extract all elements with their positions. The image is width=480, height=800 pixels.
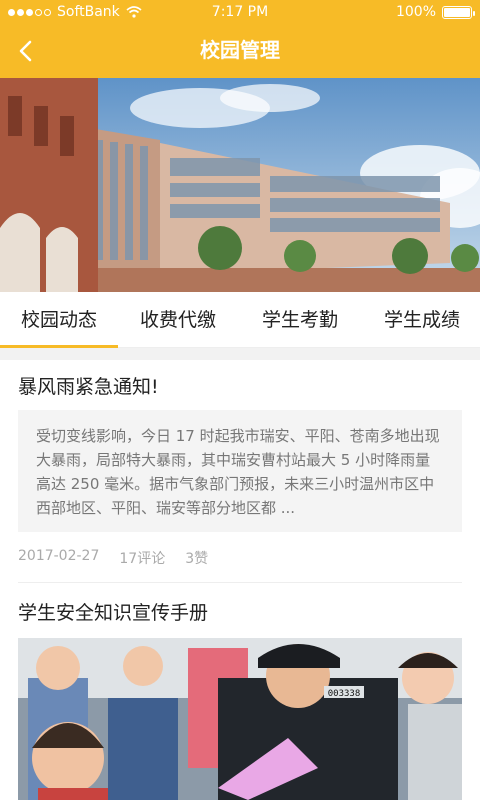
campus-building-image (0, 78, 480, 292)
tab-grades[interactable]: 学生成绩 (372, 292, 472, 348)
tab-fee-payment[interactable]: 收费代缴 (128, 292, 228, 348)
battery-percent: 100% (395, 4, 436, 20)
status-bar: SoftBank 7:17 PM 100% (0, 0, 480, 26)
article-date: 2017-02-27 (18, 548, 100, 564)
article-title[interactable]: 暴风雨紧急通知! (18, 372, 159, 399)
battery-icon (442, 5, 475, 19)
page-title: 校园管理 (200, 38, 280, 62)
hero-banner[interactable] (0, 78, 480, 292)
tab-campus-news[interactable]: 校园动态 (0, 292, 118, 348)
top-bar: SoftBank 7:17 PM 100% 校园管理 (0, 0, 480, 78)
article-title-2[interactable]: 学生安全知识宣传手册 (18, 598, 208, 625)
badge-number: 003338 (328, 689, 361, 699)
category-tabs: 校园动态 收费代缴 学生考勤 学生成绩 (0, 292, 480, 348)
tab-attendance[interactable]: 学生考勤 (250, 292, 350, 348)
article-image[interactable]: 003338 (18, 638, 462, 800)
article-likes[interactable]: 3赞 (185, 548, 208, 568)
section-gap (0, 348, 480, 360)
article-comments[interactable]: 17评论 (119, 548, 165, 568)
divider (18, 582, 462, 583)
article-meta: 2017-02-27 17评论 3赞 (18, 548, 208, 568)
safety-education-image: 003338 (18, 638, 462, 800)
article-summary[interactable]: 受切变线影响，今日 17 时起我市瑞安、平阳、苍南多地出现大暴雨，局部特大暴雨，… (18, 410, 462, 532)
battery-indicator: 100% (395, 4, 475, 20)
